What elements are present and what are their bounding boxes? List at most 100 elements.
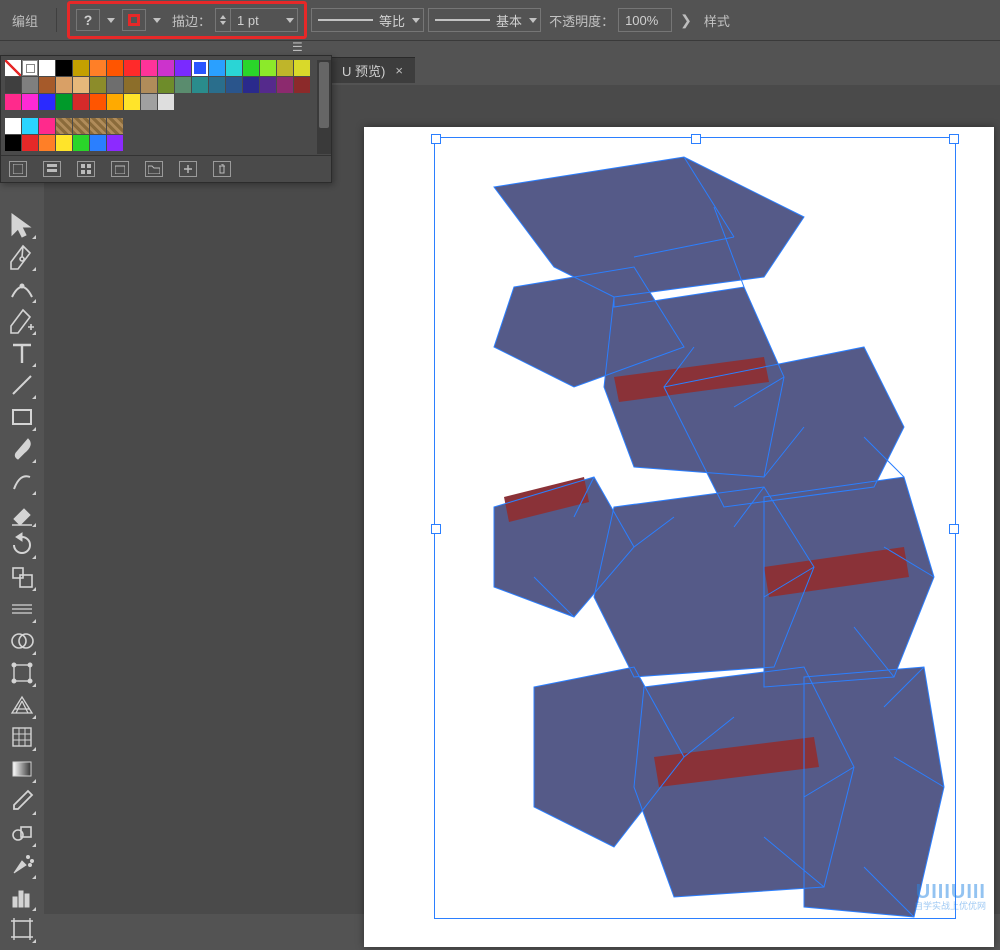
tool-paintbrush[interactable]: [7, 434, 37, 464]
tool-pen[interactable]: [7, 242, 37, 272]
tool-blend[interactable]: [7, 818, 37, 848]
fill-swatch[interactable]: ?: [76, 9, 100, 31]
stroke-weight-stepper[interactable]: [216, 9, 231, 31]
trash-icon[interactable]: [213, 161, 231, 177]
tool-mesh[interactable]: [7, 722, 37, 752]
fill-swatch-menu[interactable]: [104, 10, 118, 30]
tool-rectangle[interactable]: [7, 402, 37, 432]
swatch-options-icon[interactable]: [77, 161, 95, 177]
scrollbar-thumb[interactable]: [319, 62, 329, 128]
swatch[interactable]: [158, 77, 174, 93]
swatch[interactable]: [56, 118, 72, 134]
swatch[interactable]: [107, 118, 123, 134]
tool-curvature[interactable]: [7, 274, 37, 304]
swatch[interactable]: [22, 135, 38, 151]
list-icon[interactable]: ☰: [292, 40, 303, 54]
swatch[interactable]: [39, 60, 55, 76]
tool-eraser[interactable]: [7, 498, 37, 528]
swatch[interactable]: [5, 135, 21, 151]
swatch[interactable]: [107, 135, 123, 151]
swatch[interactable]: [73, 135, 89, 151]
tool-line[interactable]: [7, 370, 37, 400]
close-icon[interactable]: ×: [395, 63, 403, 78]
swatch[interactable]: [39, 77, 55, 93]
swatch[interactable]: [141, 60, 157, 76]
swatch[interactable]: [243, 60, 259, 76]
tool-pencil[interactable]: [7, 466, 37, 496]
tool-gradient[interactable]: [7, 754, 37, 784]
tool-column-graph[interactable]: [7, 882, 37, 912]
swatch[interactable]: [22, 118, 38, 134]
swatch[interactable]: [141, 77, 157, 93]
swatch[interactable]: [294, 77, 310, 93]
scrollbar[interactable]: [317, 60, 331, 154]
swatch[interactable]: [124, 77, 140, 93]
stroke-swatch[interactable]: [122, 9, 146, 31]
swatch[interactable]: [90, 77, 106, 93]
handle-tc[interactable]: [691, 134, 701, 144]
tool-eyedropper[interactable]: [7, 786, 37, 816]
swatch[interactable]: [209, 60, 225, 76]
handle-tl[interactable]: [431, 134, 441, 144]
swatch[interactable]: [73, 77, 89, 93]
swatch[interactable]: [192, 60, 208, 76]
swatch[interactable]: [39, 135, 55, 151]
new-swatch-icon[interactable]: [179, 161, 197, 177]
swatch[interactable]: [294, 60, 310, 76]
swatch[interactable]: [5, 94, 21, 110]
swatch[interactable]: [209, 77, 225, 93]
swatch[interactable]: [22, 60, 38, 76]
swatch[interactable]: [5, 118, 21, 134]
tool-type[interactable]: [7, 338, 37, 368]
tool-free-transform[interactable]: [7, 658, 37, 688]
opacity-value[interactable]: 100%: [619, 13, 671, 28]
swatch[interactable]: [56, 94, 72, 110]
swatch[interactable]: [124, 60, 140, 76]
tool-scale[interactable]: [7, 562, 37, 592]
tab-document[interactable]: U 预览) ×: [330, 57, 415, 83]
swatch[interactable]: [39, 94, 55, 110]
width-profile-dropdown[interactable]: 等比: [311, 8, 424, 32]
swatch[interactable]: [175, 60, 191, 76]
swatch[interactable]: [90, 118, 106, 134]
tool-artboard[interactable]: [7, 914, 37, 944]
stroke-weight-value[interactable]: 1 pt: [231, 13, 283, 28]
swatch[interactable]: [22, 77, 38, 93]
swatch[interactable]: [5, 60, 21, 76]
tool-rotate[interactable]: [7, 530, 37, 560]
opacity-field[interactable]: 100%: [618, 8, 672, 32]
swatch[interactable]: [90, 60, 106, 76]
swatch[interactable]: [39, 118, 55, 134]
swatch[interactable]: [56, 77, 72, 93]
brush-dropdown[interactable]: 基本: [428, 8, 541, 32]
tool-width[interactable]: [7, 594, 37, 624]
color-group-icon[interactable]: [111, 161, 129, 177]
swatch[interactable]: [73, 94, 89, 110]
stroke-weight-field[interactable]: 1 pt: [215, 8, 298, 32]
swatch[interactable]: [260, 60, 276, 76]
swatch[interactable]: [277, 77, 293, 93]
swatch[interactable]: [73, 118, 89, 134]
swatch[interactable]: [158, 94, 174, 110]
swatch[interactable]: [107, 77, 123, 93]
handle-ml[interactable]: [431, 524, 441, 534]
swatch[interactable]: [243, 77, 259, 93]
swatch[interactable]: [107, 60, 123, 76]
handle-tr[interactable]: [949, 134, 959, 144]
swatch[interactable]: [192, 77, 208, 93]
selection-box[interactable]: [434, 137, 956, 919]
tool-add-anchor[interactable]: [7, 306, 37, 336]
tool-perspective-grid[interactable]: [7, 690, 37, 720]
swatch[interactable]: [175, 77, 191, 93]
swatch[interactable]: [56, 135, 72, 151]
show-menu-icon[interactable]: [43, 161, 61, 177]
swatch[interactable]: [5, 77, 21, 93]
handle-mr[interactable]: [949, 524, 959, 534]
swatch[interactable]: [56, 60, 72, 76]
swatch[interactable]: [158, 60, 174, 76]
library-icon[interactable]: [9, 161, 27, 177]
swatch[interactable]: [226, 77, 242, 93]
more-options-icon[interactable]: ❯: [676, 12, 696, 29]
swatch[interactable]: [226, 60, 242, 76]
artboard[interactable]: [364, 127, 994, 947]
